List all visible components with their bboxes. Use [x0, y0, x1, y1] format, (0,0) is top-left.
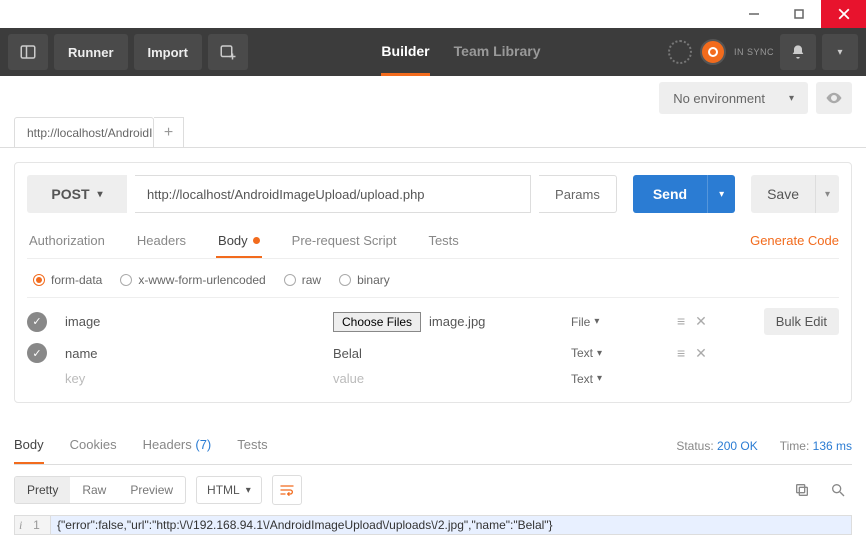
copy-response-button[interactable]: [788, 476, 816, 504]
view-pretty[interactable]: Pretty: [15, 477, 70, 503]
form-data-table: ✓ image Choose Files image.jpg File▾ ≡ ✕…: [27, 298, 839, 390]
settings-dropdown[interactable]: ▾: [822, 34, 858, 70]
drag-handle-icon[interactable]: ≡: [677, 345, 685, 362]
save-button[interactable]: Save: [751, 175, 815, 213]
view-mode-toggle: Pretty Raw Preview: [14, 476, 186, 504]
tab-prerequest[interactable]: Pre-request Script: [290, 225, 399, 258]
response-body-text[interactable]: {"error":false,"url":"http:\/\/192.168.9…: [51, 516, 851, 534]
response-tab-cookies[interactable]: Cookies: [70, 427, 117, 464]
language-select[interactable]: HTML▾: [196, 476, 262, 504]
response-status: Status: 200 OK Time: 136 ms: [676, 439, 852, 453]
radio-raw[interactable]: raw: [284, 273, 321, 287]
chevron-down-icon: ▾: [246, 485, 251, 496]
tab-body[interactable]: Body: [216, 225, 262, 258]
window-titlebar: [0, 0, 866, 28]
wrap-lines-button[interactable]: [272, 475, 302, 505]
environment-select[interactable]: No environment ▾: [659, 82, 808, 114]
tab-body-label: Body: [218, 233, 248, 248]
add-tab-button[interactable]: +: [154, 117, 184, 147]
choose-files-button[interactable]: Choose Files: [333, 312, 421, 332]
value-input[interactable]: Belal: [333, 346, 563, 361]
send-button[interactable]: Send: [633, 175, 707, 213]
key-input[interactable]: name: [65, 346, 325, 361]
http-method-label: POST: [51, 186, 89, 202]
table-row: ✓ name Belal Text▾ ≡ ✕: [27, 339, 839, 367]
radio-urlencoded[interactable]: x-www-form-urlencoded: [120, 273, 265, 287]
maximize-button[interactable]: [776, 0, 821, 28]
send-dropdown[interactable]: ▾: [707, 175, 735, 213]
file-name: image.jpg: [429, 314, 485, 329]
tab-headers[interactable]: Headers: [135, 225, 188, 258]
info-icon: i: [19, 518, 22, 533]
account-avatar: [700, 39, 726, 65]
import-button[interactable]: Import: [134, 34, 202, 70]
request-sub-tabs: Authorization Headers Body Pre-request S…: [27, 225, 839, 259]
delete-row-icon[interactable]: ✕: [695, 313, 707, 330]
sync-label: IN SYNC: [734, 47, 774, 57]
value-input[interactable]: value: [333, 371, 563, 386]
radio-binary[interactable]: binary: [339, 273, 390, 287]
minimize-button[interactable]: [731, 0, 776, 28]
line-number: 1: [33, 518, 40, 532]
response-time: 136 ms: [813, 439, 852, 453]
search-response-button[interactable]: [824, 476, 852, 504]
url-input[interactable]: http://localhost/AndroidImageUpload/uplo…: [135, 175, 531, 213]
params-button[interactable]: Params: [539, 175, 617, 213]
bulk-edit-button[interactable]: Bulk Edit: [764, 308, 839, 335]
environment-preview-button[interactable]: [816, 82, 852, 114]
radio-form-data[interactable]: form-data: [33, 273, 102, 287]
tab-authorization[interactable]: Authorization: [27, 225, 107, 258]
headers-count: (7): [195, 437, 211, 452]
response-body-view[interactable]: i 1 {"error":false,"url":"http:\/\/192.1…: [14, 515, 852, 535]
tab-tests[interactable]: Tests: [426, 225, 460, 258]
drag-handle-icon[interactable]: ≡: [677, 313, 685, 330]
notifications-button[interactable]: [780, 34, 816, 70]
response-panel: Body Cookies Headers (7) Tests Status: 2…: [14, 427, 852, 535]
close-button[interactable]: [821, 0, 866, 28]
view-raw[interactable]: Raw: [70, 477, 118, 503]
delete-row-icon[interactable]: ✕: [695, 345, 707, 362]
generate-code-link[interactable]: Generate Code: [750, 225, 839, 258]
response-tab-tests[interactable]: Tests: [237, 427, 267, 464]
chevron-down-icon: ▾: [594, 316, 599, 327]
http-method-select[interactable]: POST ▾: [27, 175, 127, 213]
main-toolbar: Runner Import Builder Team Library IN SY…: [0, 28, 866, 76]
chevron-down-icon: ▾: [597, 348, 602, 359]
view-preview[interactable]: Preview: [118, 477, 185, 503]
response-tab-headers[interactable]: Headers (7): [143, 427, 212, 464]
builder-tab[interactable]: Builder: [381, 28, 429, 76]
type-select[interactable]: File▾: [571, 315, 631, 329]
chevron-down-icon: ▾: [789, 93, 794, 104]
response-tab-body[interactable]: Body: [14, 427, 44, 464]
request-card: POST ▾ http://localhost/AndroidImageUplo…: [14, 162, 852, 403]
sync-icon: [668, 40, 692, 64]
toggle-sidebar-button[interactable]: [8, 34, 48, 70]
team-library-tab[interactable]: Team Library: [454, 28, 541, 76]
chevron-down-icon: ▾: [98, 189, 103, 200]
key-input[interactable]: key: [65, 371, 325, 386]
modified-dot-icon: [253, 237, 260, 244]
table-row: ✓ image Choose Files image.jpg File▾ ≡ ✕…: [27, 304, 839, 339]
type-select[interactable]: Text▾: [571, 346, 631, 360]
row-toggle[interactable]: ✓: [27, 343, 47, 363]
sync-status[interactable]: IN SYNC: [668, 39, 774, 65]
request-tab[interactable]: http://localhost/AndroidIm: [14, 117, 154, 147]
chevron-down-icon: ▾: [597, 373, 602, 384]
runner-button[interactable]: Runner: [54, 34, 128, 70]
environment-label: No environment: [673, 91, 765, 106]
request-tabstrip: http://localhost/AndroidIm +: [0, 114, 866, 148]
table-row-empty: key value Text▾: [27, 367, 839, 390]
row-toggle[interactable]: ✓: [27, 312, 47, 332]
status-code: 200 OK: [717, 439, 758, 453]
body-type-selector: form-data x-www-form-urlencoded raw bina…: [27, 259, 839, 298]
key-input[interactable]: image: [65, 314, 325, 329]
new-tab-button[interactable]: [208, 34, 248, 70]
type-select[interactable]: Text▾: [571, 372, 631, 386]
save-dropdown[interactable]: ▾: [815, 175, 839, 213]
